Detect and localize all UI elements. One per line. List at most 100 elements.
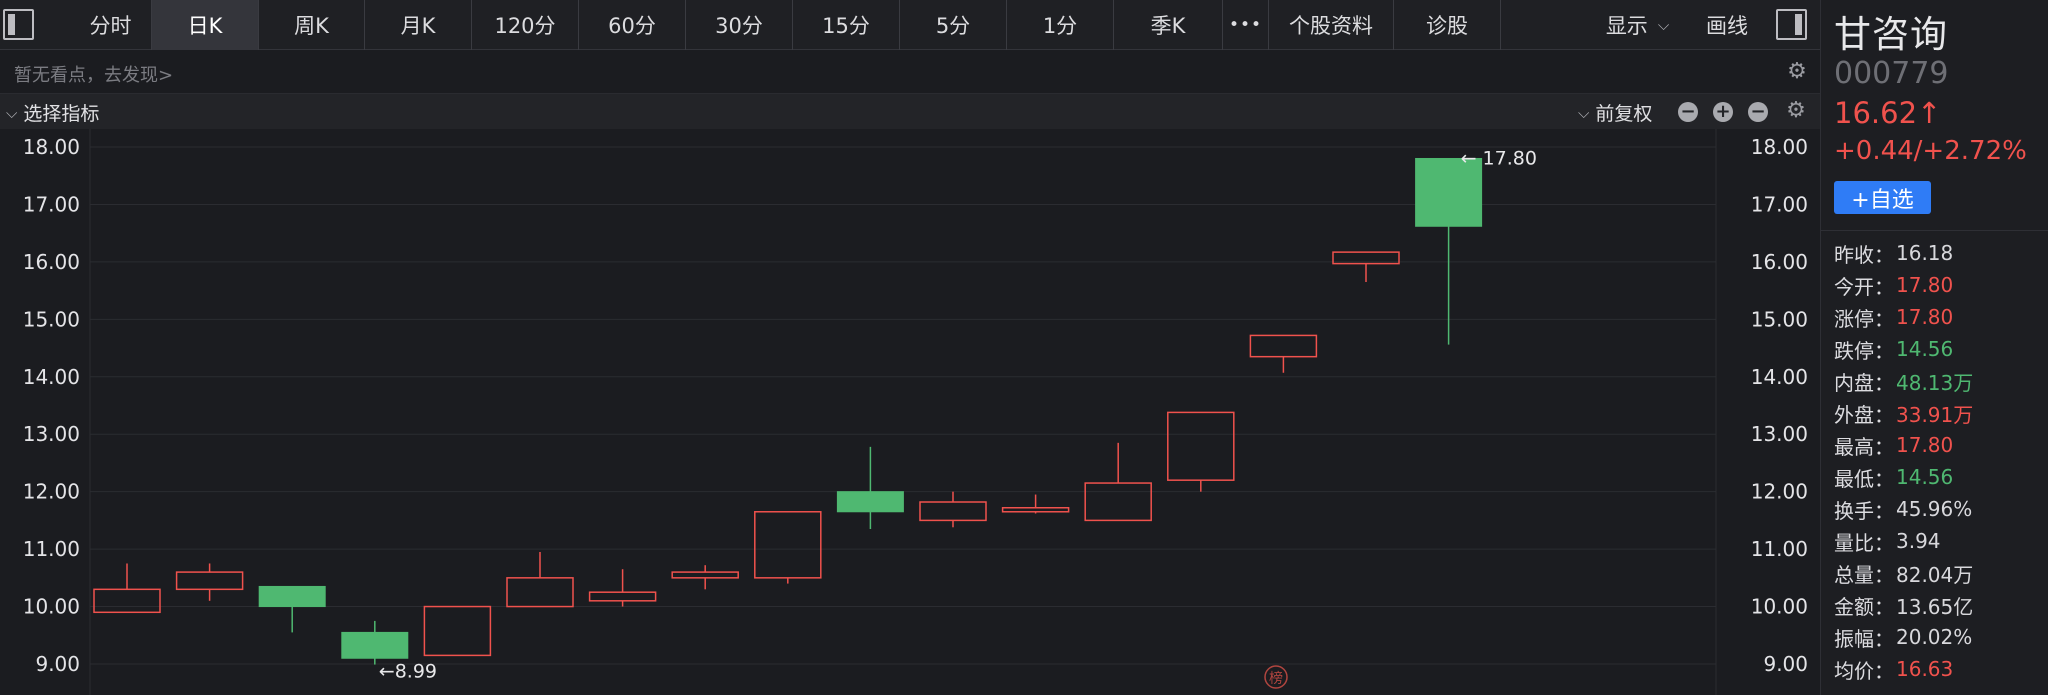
quote-row: 外盘： 33.91万 <box>1834 397 2044 429</box>
price-value: 16.62 <box>1834 96 1918 130</box>
stock-profile-button[interactable]: 个股资料 <box>1269 0 1394 50</box>
tab-monthly-k[interactable]: 月K <box>365 0 472 50</box>
quote-value: 17.80 <box>1896 273 1954 297</box>
minus-icon[interactable]: − <box>1748 102 1768 122</box>
tab-daily-k[interactable]: 日K <box>152 0 259 50</box>
tab-120min[interactable]: 120分 <box>472 0 579 50</box>
seal-text: 榜 <box>1269 670 1283 687</box>
tab-intraday[interactable]: 分时 <box>70 0 152 50</box>
stock-price: 16.62↑ <box>1834 96 1941 130</box>
candle <box>258 585 326 633</box>
divider <box>1821 230 2048 231</box>
diagnose-button[interactable]: 诊股 <box>1394 0 1501 50</box>
y-tick-label-left: 17.00 <box>23 192 80 216</box>
quote-value: 45.96% <box>1896 497 1973 521</box>
quote-label: 昨收 <box>1834 242 1874 267</box>
quote-value: 48.13万 <box>1896 370 1974 395</box>
candle-body <box>93 588 161 614</box>
quote-label: 量比 <box>1834 530 1874 555</box>
quote-label: 涨停 <box>1834 306 1874 331</box>
indicator-select[interactable]: ⌵ 选择指标 <box>6 99 99 126</box>
y-tick-label-left: 13.00 <box>23 422 80 446</box>
candle-body <box>836 491 904 513</box>
indicator-bar: ⌵ 选择指标 ⌵ 前复权 − + − ⚙ <box>0 94 1820 129</box>
indicator-select-label: 选择指标 <box>23 103 100 125</box>
quote-label: 跌停 <box>1834 338 1874 363</box>
high-price-marker: ← 17.80 <box>1461 147 1537 169</box>
candle-body <box>1167 411 1235 481</box>
discover-link[interactable]: 暂无看点，去发现> <box>14 61 173 87</box>
quote-row: 金额： 13.65亿 <box>1834 589 2044 621</box>
more-periods-button[interactable]: ••• <box>1223 0 1269 50</box>
arrow-up-icon: ↑ <box>1917 96 1942 130</box>
quote-row: 量比： 3.94 <box>1834 525 2044 557</box>
tab-1min[interactable]: 1分 <box>1007 0 1114 50</box>
candle <box>754 511 822 584</box>
candle <box>1084 442 1152 522</box>
quote-row: 今开： 17.80 <box>1834 269 2044 301</box>
quote-label: 换手 <box>1834 498 1874 523</box>
tab-weekly-k[interactable]: 周K <box>259 0 365 50</box>
y-tick-label-right: 17.00 <box>1751 192 1808 216</box>
candle-body <box>588 591 657 602</box>
candle-body <box>671 571 739 579</box>
stock-change: +0.44/+2.72% <box>1834 136 2027 166</box>
y-tick-label-left: 11.00 <box>23 537 80 561</box>
candle <box>588 569 657 607</box>
quote-value: 17.80 <box>1896 433 1954 457</box>
add-watchlist-button[interactable]: +自选 <box>1834 181 1931 214</box>
candle <box>341 620 409 665</box>
candle-body <box>341 631 409 659</box>
quote-label: 最低 <box>1834 466 1874 491</box>
quote-label: 振幅 <box>1834 626 1874 651</box>
tab-60min[interactable]: 60分 <box>579 0 686 50</box>
chevron-down-icon: ⌵ <box>1657 16 1670 34</box>
right-panel-toggle-icon[interactable] <box>1776 9 1807 40</box>
candle-body <box>423 605 492 657</box>
candle <box>1415 157 1483 345</box>
tab-5min[interactable]: 5分 <box>900 0 1007 50</box>
tab-15min[interactable]: 15分 <box>793 0 900 50</box>
candle <box>1332 251 1400 282</box>
stock-name: 甘咨询 <box>1834 13 1948 56</box>
candle-body <box>506 577 574 608</box>
stock-code: 000779 <box>1834 56 1949 91</box>
y-tick-label-left: 16.00 <box>23 250 80 274</box>
display-menu-button[interactable]: 显示 ⌵ <box>1590 0 1685 50</box>
y-tick-label-left: 18.00 <box>23 135 80 159</box>
quote-row: 跌停： 14.56 <box>1834 333 2044 365</box>
plus-icon[interactable]: + <box>1713 102 1733 122</box>
candle <box>1249 334 1318 373</box>
quote-row: 内盘： 48.13万 <box>1834 365 2044 397</box>
left-panel-toggle-icon[interactable] <box>3 9 34 40</box>
quote-list: 昨收： 16.18 今开： 17.80 涨停： 17.80 跌停： 14.56 内盘： 48.13… <box>1834 237 2044 685</box>
price-adjust-select[interactable]: ⌵ 前复权 <box>1578 99 1652 126</box>
gear-icon[interactable]: ⚙ <box>1786 61 1808 83</box>
watermark-seal: 榜 <box>1264 665 1288 689</box>
candle <box>175 563 244 601</box>
kline-chart[interactable]: 9.00 9.00 10.00 10.00 11.00 11.00 12.00 12.00 13… <box>0 129 1820 695</box>
quote-label: 今开 <box>1834 274 1874 299</box>
quote-row: 涨停： 17.80 <box>1834 301 2044 333</box>
display-label: 显示 <box>1605 14 1648 38</box>
kline-chart-area[interactable]: 9.00 9.00 10.00 10.00 11.00 11.00 12.00 12.00 13… <box>0 129 1820 695</box>
y-tick-label-right: 18.00 <box>1751 135 1808 159</box>
y-tick-label-right: 13.00 <box>1751 422 1808 446</box>
hint-bar: 暂无看点，去发现> ⚙ <box>0 51 1820 94</box>
gear-icon[interactable]: ⚙ <box>1785 100 1807 122</box>
minus-icon[interactable]: − <box>1678 102 1698 122</box>
quote-value: 14.56 <box>1896 337 1954 361</box>
quote-value: 16.18 <box>1896 241 1954 265</box>
quote-label: 总量 <box>1834 562 1874 587</box>
quote-label: 金额 <box>1834 594 1874 619</box>
y-tick-label-right: 14.00 <box>1751 365 1808 389</box>
candle-body <box>1249 334 1318 358</box>
candle-body <box>1001 507 1070 513</box>
stock-kline-app: 分时 日K 周K 月K 120分 60分 30分 15分 5分 1分 季K ••… <box>0 0 2048 695</box>
draw-line-button[interactable]: 画线 <box>1688 0 1766 50</box>
quote-label: 均价 <box>1834 658 1874 683</box>
tab-quarterly-k[interactable]: 季K <box>1114 0 1223 50</box>
quote-row: 昨收： 16.18 <box>1834 237 2044 269</box>
tab-30min[interactable]: 30分 <box>686 0 793 50</box>
quote-value: 3.94 <box>1896 529 1941 553</box>
